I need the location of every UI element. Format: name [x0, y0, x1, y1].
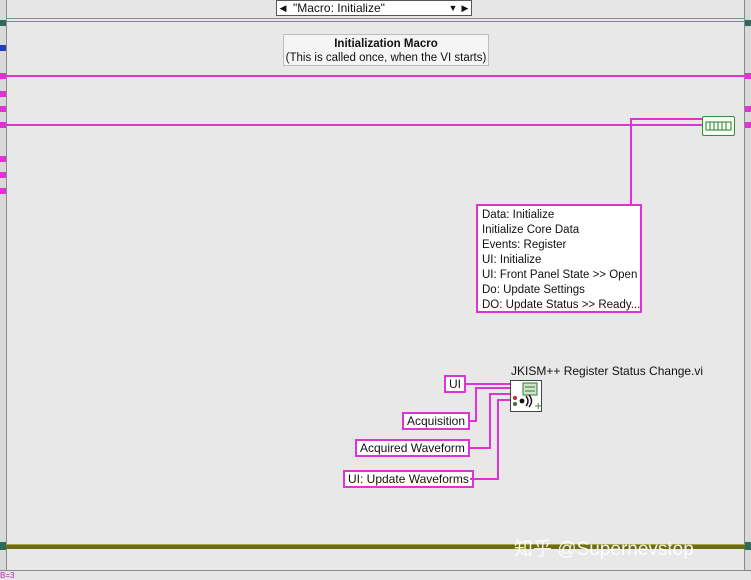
comment-title: Initialization Macro	[334, 38, 438, 50]
svg-text:+: +	[534, 401, 541, 411]
chevron-down-icon[interactable]: ▼	[447, 1, 459, 15]
case-selector[interactable]: ◀ "Macro: Initialize" ▼ ▶	[276, 0, 472, 16]
comment-box[interactable]: Initialization Macro (This is called onc…	[283, 34, 489, 66]
left-tunnel-8[interactable]	[0, 172, 6, 178]
ui-constant[interactable]: UI	[444, 375, 466, 393]
acquisition-constant[interactable]: Acquisition	[402, 412, 471, 430]
right-tunnel-2[interactable]	[745, 73, 751, 79]
string-wire-top-blue	[6, 21, 745, 22]
left-tunnel-1[interactable]	[0, 20, 6, 26]
right-tunnel-1[interactable]	[745, 20, 751, 26]
case-structure-left-border	[0, 0, 7, 579]
left-tunnel-7[interactable]	[0, 156, 6, 162]
wire-update-v[interactable]	[497, 399, 499, 480]
case-structure-right-border	[744, 0, 751, 579]
acquired-waveform-constant[interactable]: Acquired Waveform	[355, 439, 470, 457]
wire-ui[interactable]	[465, 383, 510, 385]
left-tunnel-5[interactable]	[0, 106, 6, 112]
case-selector-value[interactable]: "Macro: Initialize"	[289, 1, 447, 15]
right-tunnel-4[interactable]	[745, 122, 751, 128]
left-tunnel-6[interactable]	[0, 122, 6, 128]
state-item: Do: Update Settings	[482, 284, 585, 296]
left-cluster-tunnel[interactable]	[0, 542, 6, 550]
left-tunnel-3[interactable]	[0, 73, 6, 79]
build-array-icon[interactable]	[702, 116, 735, 136]
left-tunnel-4[interactable]	[0, 91, 6, 97]
wire-acquisition-v[interactable]	[475, 387, 477, 422]
state-list-constant[interactable]: Data: Initialize Initialize Core Data Ev…	[476, 204, 642, 313]
register-status-change-icon[interactable]: +	[510, 380, 542, 412]
string-wire-1[interactable]	[6, 75, 745, 77]
right-tunnel-3[interactable]	[745, 106, 751, 112]
ui-update-waveforms-constant[interactable]: UI: Update Waveforms	[343, 470, 474, 488]
state-item: Initialize Core Data	[482, 224, 580, 236]
right-cluster-tunnel[interactable]	[745, 542, 751, 550]
watermark: 知乎 @Supernevstop	[514, 539, 694, 560]
wire-update-h[interactable]	[470, 478, 498, 480]
state-item: UI: Front Panel State >> Open	[482, 269, 638, 281]
comment-subtitle: (This is called once, when the VI starts…	[285, 52, 487, 64]
state-list-wire-horizontal[interactable]	[630, 118, 702, 120]
state-list-wire-vertical[interactable]	[630, 118, 632, 204]
wire-acquired-h[interactable]	[470, 447, 490, 449]
wire-acquisition-top[interactable]	[475, 387, 510, 389]
subvi-label: JKISM++ Register Status Change.vi	[511, 364, 704, 378]
increment-case-icon[interactable]: ▶	[459, 1, 471, 15]
wire-acquired-top[interactable]	[489, 393, 510, 395]
string-wire-2[interactable]	[6, 124, 702, 126]
wire-update-top[interactable]	[497, 399, 510, 401]
state-item: DO: Update Status >> Ready...	[482, 299, 641, 311]
left-tunnel-9[interactable]	[0, 188, 6, 194]
wire-acquired-v[interactable]	[489, 393, 491, 449]
decrement-case-icon[interactable]: ◀	[277, 1, 289, 15]
left-tunnel-2[interactable]	[0, 45, 6, 51]
state-item: Data: Initialize	[482, 209, 555, 221]
state-item: Events: Register	[482, 239, 567, 251]
state-item: UI: Initialize	[482, 254, 542, 266]
